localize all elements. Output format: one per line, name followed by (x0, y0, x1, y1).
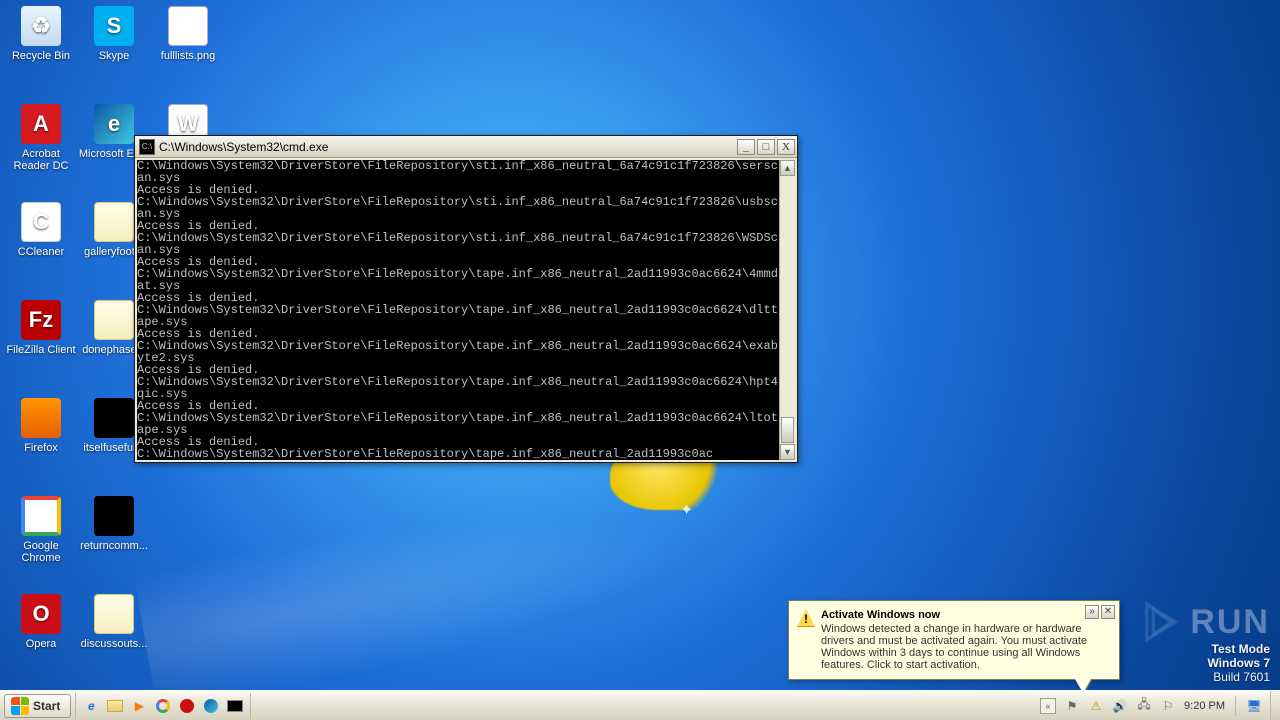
itselfuseful-icon (94, 398, 134, 438)
cmd-window[interactable]: C:\ C:\Windows\System32\cmd.exe _ □ X C:… (134, 135, 798, 463)
tray-monitor-icon[interactable]: 🖥 (1246, 698, 1262, 714)
returncomm-icon (94, 496, 134, 536)
start-label: Start (33, 699, 60, 713)
tray-clock[interactable]: 9:20 PM (1184, 700, 1225, 712)
balloon-close-button[interactable]: ✕ (1101, 605, 1115, 619)
volume-icon[interactable]: 🔊 (1112, 698, 1128, 714)
quick-launch: e ▶ (75, 693, 251, 719)
desktop-icon-discussouts[interactable]: discussouts... (78, 594, 150, 650)
icon-label: CCleaner (5, 246, 77, 258)
balloon-body: Windows detected a change in hardware or… (821, 623, 1109, 671)
flag-icon[interactable]: ⚐ (1160, 698, 1176, 714)
desktop-icon-filezilla[interactable]: Fz FileZilla Client (5, 300, 77, 356)
opera-icon: O (21, 594, 61, 634)
chrome-icon (21, 496, 61, 536)
cmd-taskbar-icon[interactable] (224, 695, 246, 717)
icon-label: returncomm... (78, 540, 150, 552)
security-icon[interactable]: ⚠ (1088, 698, 1104, 714)
desktop-icon-fulllists[interactable]: fulllists.png (152, 6, 224, 62)
balloon-options-button[interactable]: » (1085, 605, 1099, 619)
desktop-icon-firefox[interactable]: Firefox (5, 398, 77, 454)
fulllists-icon (168, 6, 208, 46)
recycle-bin-icon: ♻ (21, 6, 61, 46)
wallpaper-sparkle: ✦ (680, 500, 693, 520)
edge-icon[interactable] (200, 695, 222, 717)
scroll-up-arrow[interactable]: ▲ (780, 160, 795, 176)
icon-label: FileZilla Client (5, 344, 77, 356)
system-tray: « ⚑ ⚠ 🔊 🖧 ⚐ 9:20 PM 🖥 (1032, 691, 1270, 720)
minimize-button[interactable]: _ (737, 139, 755, 155)
acrobat-icon: A (21, 104, 61, 144)
edge-icon: e (94, 104, 134, 144)
desktop-icon-returncomm[interactable]: returncomm... (78, 496, 150, 552)
chrome-icon[interactable] (152, 695, 174, 717)
desktop-icon-chrome[interactable]: Google Chrome (5, 496, 77, 564)
balloon-title: Activate Windows now (821, 609, 1109, 621)
taskbar[interactable]: Start e ▶ « ⚑ ⚠ 🔊 🖧 ⚐ 9:20 PM 🖥 (0, 690, 1280, 720)
galleryfoot-icon (94, 202, 134, 242)
desktop-icon-ccleaner[interactable]: C CCleaner (5, 202, 77, 258)
windows-logo-icon (11, 697, 29, 715)
cmd-output[interactable]: C:\Windows\System32\DriverStore\FileRepo… (137, 160, 795, 460)
cmd-titlebar[interactable]: C:\ C:\Windows\System32\cmd.exe _ □ X (135, 136, 797, 158)
icon-label: Acrobat Reader DC (5, 148, 77, 172)
icon-label: fulllists.png (152, 50, 224, 62)
icon-label: Skype (78, 50, 150, 62)
donephase-icon (94, 300, 134, 340)
icon-label: Opera (5, 638, 77, 650)
cmd-scrollbar[interactable]: ▲ ▼ (779, 160, 795, 460)
scroll-track[interactable] (780, 176, 795, 444)
scroll-thumb[interactable] (781, 417, 794, 443)
ccleaner-icon: C (21, 202, 61, 242)
ie-icon[interactable]: e (80, 695, 102, 717)
media-icon[interactable]: ▶ (128, 695, 150, 717)
network-icon[interactable]: 🖧 (1136, 698, 1152, 714)
wallpaper-streak (128, 421, 852, 720)
desktop-icon-recycle-bin[interactable]: ♻ Recycle Bin (5, 6, 77, 62)
cmd-icon: C:\ (139, 139, 155, 155)
start-button[interactable]: Start (4, 694, 71, 718)
cmd-client-area: C:\Windows\System32\DriverStore\FileRepo… (135, 158, 797, 462)
opera-icon[interactable] (176, 695, 198, 717)
tray-separator (1235, 696, 1236, 716)
maximize-button[interactable]: □ (757, 139, 775, 155)
discussouts-icon (94, 594, 134, 634)
warning-icon (797, 609, 815, 627)
icon-label: Firefox (5, 442, 77, 454)
filezilla-icon: Fz (21, 300, 61, 340)
close-button[interactable]: X (777, 139, 795, 155)
desktop-icon-skype[interactable]: S Skype (78, 6, 150, 62)
skype-icon: S (94, 6, 134, 46)
icon-label: Recycle Bin (5, 50, 77, 62)
explorer-icon[interactable] (104, 695, 126, 717)
action-center-icon[interactable]: ⚑ (1064, 698, 1080, 714)
desktop-icon-opera[interactable]: O Opera (5, 594, 77, 650)
activation-balloon[interactable]: » ✕ Activate Windows now Windows detecte… (788, 600, 1120, 680)
windows-watermark: Test Mode Windows 7 Build 7601 (1207, 642, 1270, 684)
icon-label: discussouts... (78, 638, 150, 650)
firefox-icon (21, 398, 61, 438)
tray-expand-button[interactable]: « (1040, 698, 1056, 714)
icon-label: Google Chrome (5, 540, 77, 564)
run-watermark-logo: RUN (1138, 600, 1270, 644)
desktop-icon-acrobat[interactable]: A Acrobat Reader DC (5, 104, 77, 172)
show-desktop-button[interactable] (1270, 691, 1280, 720)
cmd-title: C:\Windows\System32\cmd.exe (159, 140, 735, 154)
scroll-down-arrow[interactable]: ▼ (780, 444, 795, 460)
